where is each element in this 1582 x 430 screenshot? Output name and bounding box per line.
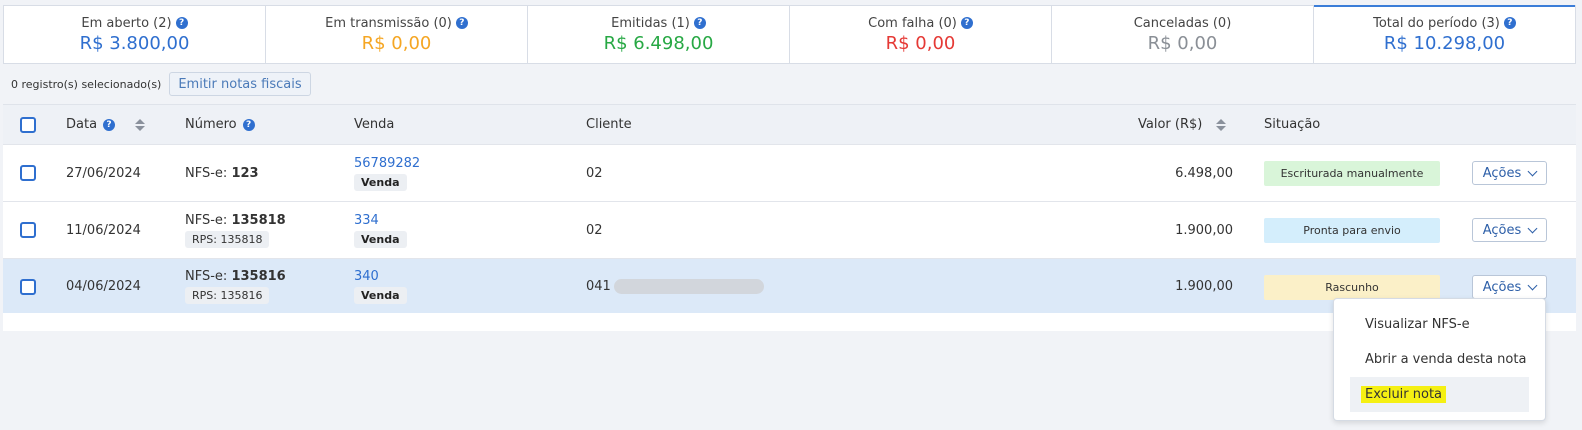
row-number: NFS-e: 135818 (185, 212, 286, 228)
summary-bar: Em aberto (2)? R$ 3.800,00 Em transmissã… (3, 5, 1576, 64)
column-status: Situação (1264, 117, 1321, 132)
row-checkbox[interactable] (20, 165, 36, 181)
redacted-client-name (613, 279, 764, 294)
chevron-down-icon (1527, 223, 1538, 233)
select-all-checkbox[interactable] (20, 116, 36, 133)
summary-value: R$ 0,00 (885, 32, 956, 54)
help-icon[interactable]: ? (455, 17, 468, 29)
help-icon[interactable]: ? (103, 118, 116, 131)
summary-card-cancelled[interactable]: Canceladas (0) R$ 0,00 (1052, 6, 1314, 63)
invoice-table: Data? Número? Venda Cliente Valor (R$) S… (3, 104, 1576, 315)
summary-label: Canceladas (0) (1133, 15, 1232, 31)
summary-label: Com falha (0) (868, 15, 957, 31)
actions-dropdown-menu: Visualizar NFS-e Abrir a venda desta not… (1333, 298, 1546, 421)
row-date: 11/06/2024 (66, 222, 141, 238)
sale-chip: Venda (354, 173, 407, 191)
summary-label: Em aberto (2) (81, 15, 172, 31)
column-sale: Venda (354, 117, 395, 132)
summary-label: Em transmissão (0) (325, 15, 452, 31)
actions-button[interactable]: Ações (1472, 275, 1547, 299)
help-icon[interactable]: ? (960, 17, 973, 29)
sale-link[interactable]: 340 (354, 269, 407, 284)
table-row: 27/06/2024 NFS-e: 123 56789282 Venda 02 6… (3, 144, 1576, 201)
rps-chip: RPS: 135818 (185, 230, 270, 248)
column-number: Número? (185, 105, 255, 144)
menu-item-view-nfse[interactable]: Visualizar NFS-e (1334, 307, 1545, 342)
menu-item-open-sale[interactable]: Abrir a venda desta nota (1334, 342, 1545, 377)
help-icon[interactable]: ? (242, 118, 255, 131)
status-badge: Escriturada manualmente (1264, 161, 1440, 186)
summary-value: R$ 0,00 (1147, 32, 1218, 54)
row-date: 04/06/2024 (66, 279, 141, 294)
summary-value: R$ 6.498,00 (603, 32, 714, 54)
emit-invoices-button[interactable]: Emitir notas fiscais (169, 72, 311, 96)
summary-value: R$ 10.298,00 (1383, 32, 1506, 54)
summary-card-issued[interactable]: Emitidas (1)? R$ 6.498,00 (528, 6, 790, 63)
row-checkbox[interactable] (20, 278, 36, 295)
row-client: 02 (586, 222, 603, 238)
column-date[interactable]: Data? (66, 105, 146, 144)
sort-icon[interactable] (1216, 118, 1227, 131)
summary-label: Emitidas (1) (611, 15, 690, 31)
actions-button[interactable]: Ações (1472, 218, 1547, 242)
menu-item-delete-invoice[interactable]: Excluir nota (1350, 377, 1529, 412)
row-client: 02 (586, 165, 603, 181)
help-icon[interactable]: ? (693, 17, 706, 29)
selected-count: 0 registro(s) selecionado(s) (11, 77, 162, 91)
row-number: NFS-e: 135816 (185, 269, 286, 284)
sale-link[interactable]: 334 (354, 213, 407, 228)
help-icon[interactable]: ? (175, 17, 188, 29)
chevron-down-icon (1527, 280, 1538, 290)
sort-icon[interactable] (135, 118, 146, 131)
status-badge: Rascunho (1264, 275, 1440, 300)
column-client: Cliente (586, 117, 632, 132)
row-checkbox[interactable] (20, 222, 36, 238)
summary-card-failed[interactable]: Com falha (0)? R$ 0,00 (790, 6, 1052, 63)
row-date: 27/06/2024 (66, 165, 141, 181)
row-value: 6.498,00 (1175, 165, 1233, 181)
help-icon[interactable]: ? (1503, 17, 1516, 29)
table-header: Data? Número? Venda Cliente Valor (R$) S… (3, 104, 1576, 144)
summary-card-total[interactable]: Total do período (3)? R$ 10.298,00 (1314, 5, 1575, 63)
summary-value: R$ 0,00 (361, 32, 432, 54)
row-value: 1.900,00 (1175, 222, 1233, 238)
sale-link[interactable]: 56789282 (354, 156, 420, 171)
selection-toolbar: 0 registro(s) selecionado(s) Emitir nota… (3, 64, 1576, 104)
table-row: 11/06/2024 NFS-e: 135818 RPS: 135818 334 V… (3, 201, 1576, 258)
summary-card-transmitting[interactable]: Em transmissão (0)? R$ 0,00 (266, 6, 528, 63)
sale-chip: Venda (354, 287, 407, 304)
sale-chip: Venda (354, 230, 407, 248)
column-value[interactable]: Valor (R$) (1138, 105, 1227, 144)
summary-label: Total do período (3) (1373, 15, 1500, 31)
status-badge: Pronta para envio (1264, 218, 1440, 243)
rps-chip: RPS: 135816 (185, 287, 270, 304)
summary-value: R$ 3.800,00 (79, 32, 190, 54)
row-number: NFS-e: 123 (185, 165, 259, 181)
row-client: 041 (586, 279, 764, 294)
chevron-down-icon (1527, 166, 1538, 176)
summary-card-open[interactable]: Em aberto (2)? R$ 3.800,00 (4, 6, 266, 63)
actions-button[interactable]: Ações (1472, 161, 1547, 185)
row-value: 1.900,00 (1175, 279, 1233, 294)
